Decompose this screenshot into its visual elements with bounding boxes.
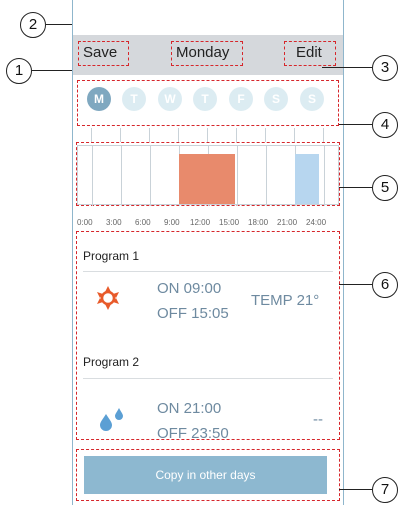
tick <box>178 128 179 142</box>
callout-3-leader <box>322 67 372 68</box>
hour-label: 24:00 <box>306 218 327 227</box>
tick <box>207 128 208 142</box>
day-friday[interactable]: F <box>229 87 253 111</box>
program-1-block[interactable] <box>179 154 235 204</box>
program-2-temperature: -- <box>313 411 323 428</box>
program-1-on-time: ON 09:00 <box>157 280 222 297</box>
callout-6: 6 <box>372 272 398 298</box>
phone-screen: Save Monday Edit M T W T F S S 0:00 3:00… <box>72 0 344 505</box>
hour-label: 21:00 <box>277 218 298 227</box>
edit-highlight <box>284 41 336 66</box>
callout-5-leader <box>339 187 372 188</box>
hour-label: 18:00 <box>248 218 269 227</box>
timeline-gridline <box>266 146 267 206</box>
callout-4-leader <box>339 124 372 125</box>
program-1-off-time: OFF 15:05 <box>157 305 229 322</box>
program-2-divider <box>83 378 333 379</box>
program-2-off-time: OFF 23:50 <box>157 425 229 442</box>
callout-3: 3 <box>372 55 398 81</box>
day-monday[interactable]: M <box>87 87 111 111</box>
day-wednesday[interactable]: W <box>158 87 182 111</box>
hour-label: 12:00 <box>190 218 211 227</box>
callout-5: 5 <box>372 175 398 201</box>
callout-4: 4 <box>372 112 398 138</box>
callout-7: 7 <box>372 477 398 503</box>
hour-label: 6:00 <box>135 218 151 227</box>
hour-label: 3:00 <box>106 218 122 227</box>
program-2-title: Program 2 <box>83 355 140 369</box>
water-drops-icon <box>97 406 127 432</box>
timeline-gridline <box>150 146 151 206</box>
tick <box>265 128 266 142</box>
program-2-on-time: ON 21:00 <box>157 400 222 417</box>
callout-6-leader <box>339 284 372 285</box>
callout-1: 1 <box>6 58 32 84</box>
callout-2: 2 <box>20 12 46 38</box>
hour-label: 0:00 <box>77 218 93 227</box>
copy-in-other-days-button[interactable]: Copy in other days <box>84 456 327 494</box>
schedule-timeline[interactable] <box>77 145 339 206</box>
hour-label: 9:00 <box>164 218 180 227</box>
hour-label: 15:00 <box>219 218 240 227</box>
timeline-gridline <box>92 146 93 206</box>
tick <box>294 128 295 142</box>
tick <box>91 128 92 142</box>
day-title-highlight <box>171 41 243 66</box>
day-saturday[interactable]: S <box>264 87 288 111</box>
tick <box>236 128 237 142</box>
day-sunday[interactable]: S <box>300 87 324 111</box>
program-1-divider <box>83 271 333 272</box>
callout-7-leader <box>339 489 372 490</box>
tick <box>323 128 324 142</box>
program-1-temperature: TEMP 21° <box>251 292 320 309</box>
day-thursday[interactable]: T <box>193 87 217 111</box>
timeline-gridline <box>121 146 122 206</box>
timeline-gridline <box>324 146 325 206</box>
sun-icon <box>95 285 121 311</box>
timeline-gridline <box>237 146 238 206</box>
tick <box>120 128 121 142</box>
program-1-title: Program 1 <box>83 249 140 263</box>
callout-1-leader <box>32 70 77 71</box>
save-highlight <box>78 41 129 66</box>
day-tuesday[interactable]: T <box>122 87 146 111</box>
tick <box>149 128 150 142</box>
program-2-block[interactable] <box>295 154 319 204</box>
